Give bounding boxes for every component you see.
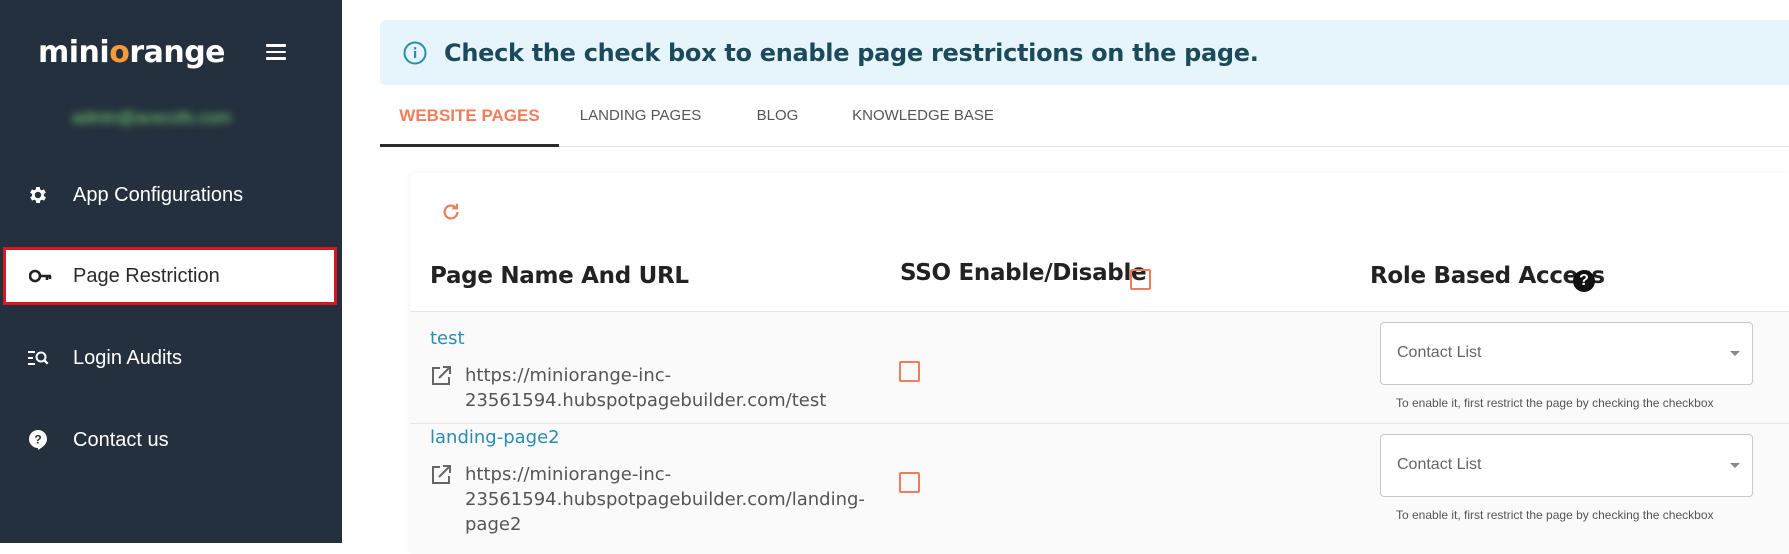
role-access-value: Contact List	[1397, 456, 1482, 473]
sidebar-item-contact-us[interactable]: ? Contact us	[0, 411, 342, 469]
sidebar-item-label: Contact us	[73, 428, 169, 451]
page-url: https://miniorange-inc-23561594.hubspotp…	[465, 365, 827, 411]
column-header-role-access: Role Based Access	[1370, 263, 1605, 289]
gear-icon	[26, 183, 50, 207]
page-restriction-card: Page Name And URL SSO Enable/Disable Rol…	[410, 173, 1789, 554]
page-name-link[interactable]: test	[430, 328, 465, 349]
logo-text-post: range	[129, 34, 226, 70]
sidebar-item-label: Login Audits	[73, 346, 182, 369]
sso-enable-checkbox[interactable]	[899, 361, 920, 382]
open-external-icon[interactable]	[430, 365, 452, 387]
select-all-sso-checkbox[interactable]	[1130, 269, 1151, 290]
sidebar-item-label: App Configurations	[73, 183, 244, 206]
logo-text-pre: mini	[38, 34, 110, 70]
info-icon	[402, 40, 428, 66]
svg-text:?: ?	[34, 433, 41, 447]
info-banner-text: Check the check box to enable page restr…	[444, 38, 1259, 67]
sidebar-item-login-audits[interactable]: Login Audits	[0, 329, 342, 387]
info-banner: Check the check box to enable page restr…	[380, 20, 1789, 85]
role-access-value: Contact List	[1397, 344, 1482, 361]
column-header-page-name: Page Name And URL	[430, 263, 689, 289]
sidebar-item-label: Page Restriction	[73, 264, 220, 287]
sidebar: mini o range admin@acecofs.com App Configu…	[0, 0, 342, 543]
key-icon	[29, 264, 53, 288]
tab-landing-pages[interactable]: LANDING PAGES	[573, 96, 708, 146]
logo-text-o: o	[109, 34, 130, 70]
audit-search-icon	[26, 346, 50, 370]
sidebar-item-page-restriction[interactable]: Page Restriction	[3, 247, 337, 305]
role-access-hint: To enable it, first restrict the page by…	[1396, 396, 1714, 410]
tab-blog[interactable]: BLOG	[745, 96, 810, 146]
hamburger-menu-icon[interactable]	[266, 44, 286, 60]
question-help-icon[interactable]: ?	[1573, 270, 1595, 292]
column-header-sso: SSO Enable/Disable	[900, 260, 1147, 286]
sso-enable-checkbox[interactable]	[899, 472, 920, 493]
page-type-tabs: WEBSITE PAGES LANDING PAGES BLOG KNOWLED…	[380, 96, 1789, 147]
help-bubble-icon: ?	[26, 428, 50, 452]
miniorange-logo[interactable]: mini o range	[38, 32, 226, 72]
table-row: landing-page2 https://miniorange-inc-235…	[410, 423, 1789, 554]
role-access-select[interactable]: Contact List	[1380, 434, 1753, 497]
sidebar-item-app-configurations[interactable]: App Configurations	[0, 166, 342, 224]
table-row: test https://miniorange-inc-23561594.hub…	[410, 311, 1789, 424]
open-external-icon[interactable]	[430, 464, 452, 486]
role-access-hint: To enable it, first restrict the page by…	[1396, 508, 1714, 522]
chevron-down-icon	[1730, 463, 1740, 468]
role-access-select[interactable]: Contact List	[1380, 322, 1753, 385]
tab-website-pages[interactable]: WEBSITE PAGES	[380, 96, 559, 147]
refresh-icon[interactable]	[440, 201, 462, 223]
chevron-down-icon	[1730, 351, 1740, 356]
user-email: admin@acecofs.com	[72, 108, 231, 127]
page-name-link[interactable]: landing-page2	[430, 427, 560, 448]
page-url: https://miniorange-inc-23561594.hubspotp…	[465, 464, 865, 535]
tab-knowledge-base[interactable]: KNOWLEDGE BASE	[848, 96, 998, 146]
